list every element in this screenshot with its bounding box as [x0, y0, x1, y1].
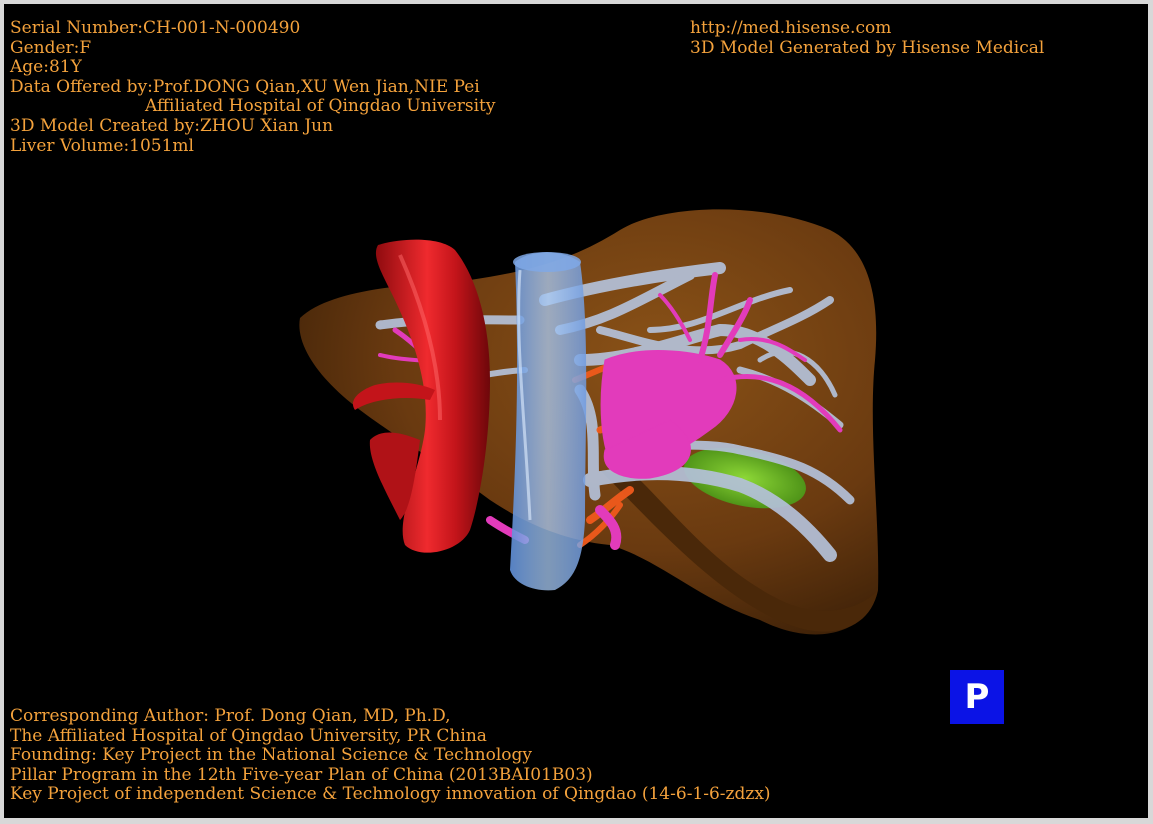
- model-created-label: 3D Model Created by:ZHOU Xian Jun: [10, 115, 334, 136]
- generated-by-label: 3D Model Generated by Hisense Medical: [690, 37, 1045, 58]
- age-label: Age:81Y: [10, 57, 82, 78]
- inferior-vena-cava: [510, 252, 587, 591]
- credits-line-pillar-program: Pillar Program in the 12th Five-year Pla…: [10, 764, 593, 785]
- credits-line-affiliation: The Affiliated Hospital of Qingdao Unive…: [10, 725, 487, 746]
- vendor-info-block: http://med.hisense.com 3D Model Generate…: [690, 18, 1045, 58]
- view-orientation-badge[interactable]: P: [950, 670, 1004, 724]
- patient-info-block: Serial Number:CH-001-N-000490 Gender:F A…: [10, 18, 496, 156]
- hospital-label: Affiliated Hospital of Qingdao Universit…: [145, 96, 496, 117]
- data-offered-label: Data Offered by:Prof.DONG Qian,XU Wen Ji…: [10, 76, 480, 97]
- credits-block: Corresponding Author: Prof. Dong Qian, M…: [10, 706, 771, 805]
- credits-line-qingdao-project: Key Project of independent Science & Tec…: [10, 784, 771, 805]
- serial-number-label: Serial Number:CH-001-N-000490: [10, 18, 301, 38]
- credits-line-founding: Founding: Key Project in the National Sc…: [10, 745, 532, 766]
- vendor-url: http://med.hisense.com: [690, 18, 892, 38]
- credits-line-author: Corresponding Author: Prof. Dong Qian, M…: [10, 706, 451, 726]
- aorta: [352, 239, 490, 553]
- liver-volume-label: Liver Volume:1051ml: [10, 135, 194, 156]
- gender-label: Gender:F: [10, 37, 92, 58]
